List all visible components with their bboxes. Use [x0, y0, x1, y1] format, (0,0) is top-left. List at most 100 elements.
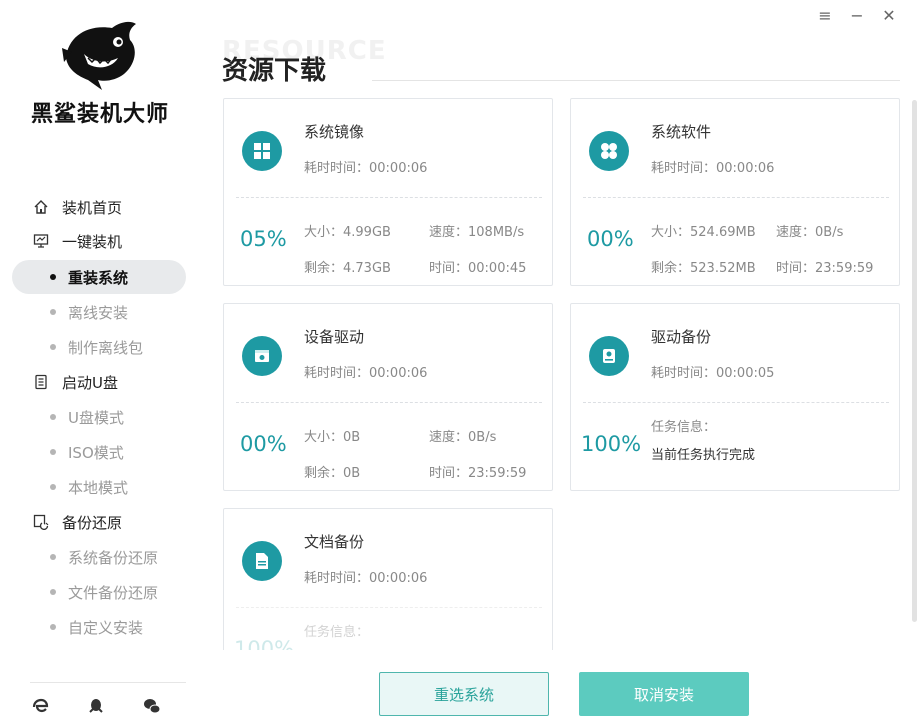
sidebar-item-label: 文件备份还原 — [68, 583, 159, 602]
card-name: 系统镜像 — [304, 123, 365, 141]
card-elapsed: 耗时时间：00:00:06 — [304, 366, 428, 381]
close-icon[interactable]: ✕ — [881, 6, 897, 25]
card-elapsed: 耗时时间：00:00:06 — [304, 161, 428, 176]
brand-name: 黑鲨装机大师 — [30, 102, 169, 127]
resource-card-system-software: 系统软件 耗时时间：00:00:06 00% 大小：524.69MB 速度：0B… — [570, 98, 900, 286]
qq-icon[interactable] — [86, 696, 106, 716]
apps-icon — [589, 131, 629, 171]
card-divider — [236, 402, 542, 403]
sidebar-item-usb-mode[interactable]: U盘模式 — [0, 400, 200, 434]
sidebar-item-reinstall-system[interactable]: 重装系统 — [12, 260, 186, 294]
page-title: 资源下载 — [222, 56, 327, 86]
card-percent: 00% — [240, 432, 287, 456]
bullet-icon — [50, 414, 56, 420]
card-time: 时间：23:59:59 — [429, 466, 527, 481]
sidebar-item-home[interactable]: 装机首页 — [0, 190, 200, 224]
card-name: 驱动备份 — [651, 328, 712, 346]
card-remaining: 剩余：0B — [304, 466, 361, 481]
card-task-label: 任务信息： — [651, 420, 717, 435]
sidebar-item-label: 制作离线包 — [68, 338, 144, 357]
card-size: 大小：0B — [304, 430, 361, 445]
sidebar-item-label: 自定义安装 — [68, 618, 144, 637]
card-time: 时间：00:00:45 — [429, 261, 527, 276]
card-percent: 100% — [234, 637, 295, 650]
card-percent: 05% — [240, 227, 287, 251]
resource-list: 系统镜像 耗时时间：00:00:06 05% 大小：4.99GB 速度：108M… — [210, 96, 910, 650]
windows-icon — [242, 131, 282, 171]
monitor-icon — [32, 232, 50, 250]
sidebar-item-label: 装机首页 — [62, 198, 123, 217]
card-elapsed: 耗时时间：00:00:06 — [304, 571, 428, 586]
card-percent: 00% — [587, 227, 634, 251]
card-elapsed: 耗时时间：00:00:05 — [651, 366, 775, 381]
card-divider — [583, 402, 889, 403]
menu-icon[interactable]: ≡ — [817, 6, 833, 25]
wechat-icon[interactable] — [142, 696, 162, 716]
bullet-icon — [50, 449, 56, 455]
sidebar-item-file-backup-restore[interactable]: 文件备份还原 — [0, 575, 200, 609]
sidebar-item-label: ISO模式 — [68, 443, 124, 462]
resource-card-system-image: 系统镜像 耗时时间：00:00:06 05% 大小：4.99GB 速度：108M… — [223, 98, 553, 286]
sidebar-item-iso-mode[interactable]: ISO模式 — [0, 435, 200, 469]
bullet-icon — [50, 309, 56, 315]
card-remaining: 剩余：523.52MB — [651, 261, 756, 276]
card-percent: 100% — [581, 432, 642, 456]
scrollbar[interactable] — [912, 100, 917, 622]
sidebar-item-label: 离线安装 — [68, 303, 129, 322]
sidebar-item-system-backup-restore[interactable]: 系统备份还原 — [0, 540, 200, 574]
sidebar-item-label: 启动U盘 — [62, 373, 118, 392]
card-task-value: 当前任务执行完成 — [651, 448, 756, 463]
card-time: 时间：23:59:59 — [776, 261, 874, 276]
minimize-icon[interactable]: − — [849, 6, 865, 25]
card-name: 文档备份 — [304, 533, 365, 551]
card-name: 系统软件 — [651, 123, 712, 141]
card-name: 设备驱动 — [304, 328, 365, 346]
card-task-label: 任务信息： — [304, 625, 370, 640]
resource-card-device-driver: 设备驱动 耗时时间：00:00:06 00% 大小：0B 速度：0B/s 剩余：… — [223, 303, 553, 491]
sidebar-item-backup-restore[interactable]: 备份还原 — [0, 505, 200, 539]
resource-card-driver-backup: 驱动备份 耗时时间：00:00:05 100% 任务信息： 当前任务执行完成 — [570, 303, 900, 491]
resource-card-document-backup: 文档备份 耗时时间：00:00:06 100% 任务信息： — [223, 508, 553, 650]
sidebar-item-label: 备份还原 — [62, 513, 123, 532]
sidebar-divider — [30, 682, 186, 683]
cancel-install-button[interactable]: 取消安装 — [579, 672, 749, 716]
sidebar-item-custom-install[interactable]: 自定义安装 — [0, 610, 200, 644]
sidebar-item-label: 本地模式 — [68, 478, 129, 497]
bullet-icon — [50, 624, 56, 630]
card-size: 大小：4.99GB — [304, 225, 391, 240]
document-icon — [242, 541, 282, 581]
sidebar-item-label: 重装系统 — [68, 268, 129, 287]
sidebar-item-boot-usb[interactable]: 启动U盘 — [0, 365, 200, 399]
sidebar-item-offline-install[interactable]: 离线安装 — [0, 295, 200, 329]
card-speed: 速度：0B/s — [429, 430, 497, 445]
sidebar-item-one-click-install[interactable]: 一键装机 — [0, 224, 200, 258]
card-speed: 速度：108MB/s — [429, 225, 525, 240]
bullet-icon — [50, 589, 56, 595]
ie-browser-icon[interactable] — [30, 696, 50, 716]
reselect-system-button[interactable]: 重选系统 — [379, 672, 549, 716]
driver-icon — [242, 336, 282, 376]
sidebar-item-label: 系统备份还原 — [68, 548, 159, 567]
window-controls: ≡ − ✕ — [817, 6, 897, 25]
home-icon — [32, 198, 50, 216]
usb-drive-icon — [32, 373, 50, 391]
card-divider — [583, 197, 889, 198]
sidebar: 黑鲨装机大师 装机首页 一键装机 重装系统 离线安装 制作离线包 启动U盘 U盘… — [0, 0, 200, 718]
sidebar-item-local-mode[interactable]: 本地模式 — [0, 470, 200, 504]
card-speed: 速度：0B/s — [776, 225, 844, 240]
bullet-icon — [50, 484, 56, 490]
disk-backup-icon — [589, 336, 629, 376]
card-remaining: 剩余：4.73GB — [304, 261, 391, 276]
bullet-icon — [50, 274, 56, 280]
card-elapsed: 耗时时间：00:00:06 — [651, 161, 775, 176]
backup-icon — [32, 513, 50, 531]
sidebar-item-label: 一键装机 — [62, 232, 123, 251]
bullet-icon — [50, 344, 56, 350]
social-links — [30, 696, 180, 718]
card-size: 大小：524.69MB — [651, 225, 756, 240]
sidebar-item-label: U盘模式 — [68, 408, 124, 427]
card-divider — [236, 197, 542, 198]
title-divider — [372, 80, 900, 81]
bullet-icon — [50, 554, 56, 560]
sidebar-item-make-offline-package[interactable]: 制作离线包 — [0, 330, 200, 364]
